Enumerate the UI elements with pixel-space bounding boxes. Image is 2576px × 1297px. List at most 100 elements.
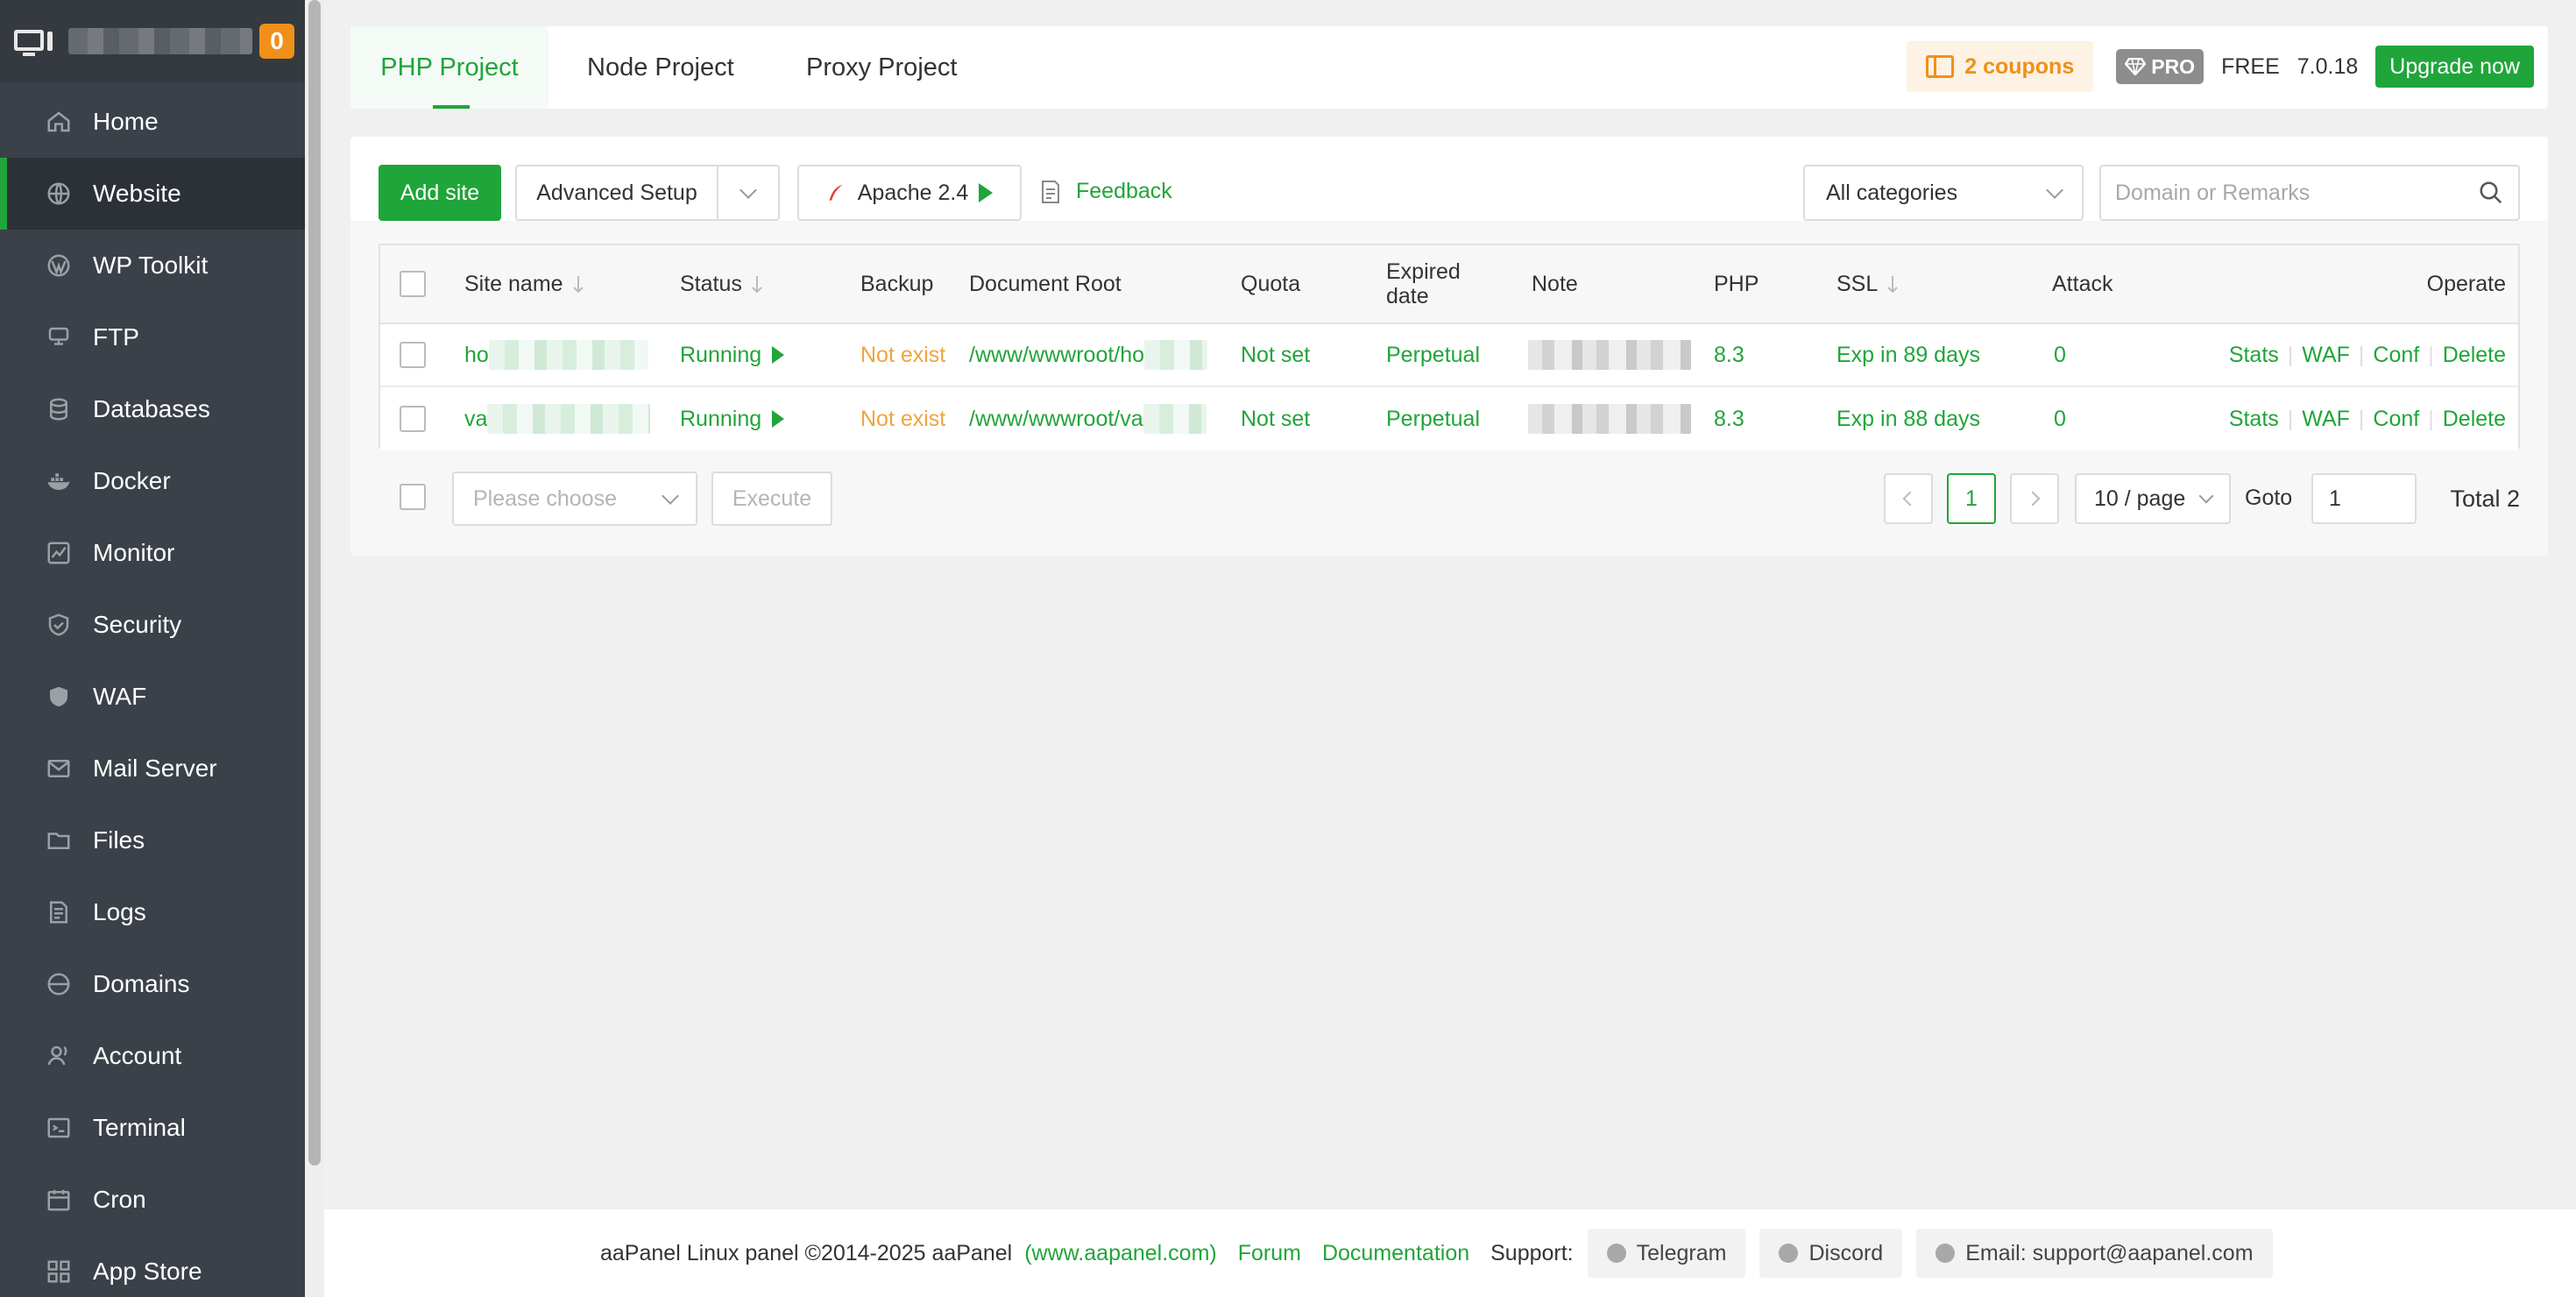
next-page-button[interactable] [2010,473,2059,524]
col-status[interactable]: Status [680,245,763,322]
waf-link[interactable]: WAF [2302,343,2350,368]
sidebar-item-label: FTP [93,323,139,351]
feedback-link[interactable]: Feedback [1041,179,1172,204]
ssl-status[interactable]: Exp in 88 days [1836,387,1980,450]
documentation-link[interactable]: Documentation [1322,1241,1469,1266]
ssl-status[interactable]: Exp in 89 days [1836,324,1980,386]
sidebar-item-monitor[interactable]: Monitor [0,517,305,589]
sidebar-item-wp-toolkit[interactable]: WP Toolkit [0,230,305,301]
search-box[interactable]: Domain or Remarks [2099,165,2520,221]
sidebar-item-databases[interactable]: Databases [0,373,305,445]
sidebar-item-files[interactable]: Files [0,804,305,876]
docker-icon [44,466,74,496]
sidebar-item-docker[interactable]: Docker [0,445,305,517]
advanced-setup-dropdown[interactable] [717,165,780,221]
sidebar-item-mail-server[interactable]: Mail Server [0,733,305,804]
sidebar-item-logs[interactable]: Logs [0,876,305,948]
telegram-label: Telegram [1636,1240,1727,1265]
expired-date-value[interactable]: Perpetual [1386,324,1480,386]
page-size-select[interactable]: 10 / page [2075,473,2231,524]
delete-link[interactable]: Delete [2443,407,2506,432]
upgrade-now-button[interactable]: Upgrade now [2375,46,2534,88]
conf-link[interactable]: Conf [2373,407,2419,432]
search-input[interactable]: Domain or Remarks [2115,181,2310,206]
separator: | [2287,406,2294,431]
col-expired-date[interactable]: Expired date [1386,245,1461,322]
telegram-button[interactable]: Telegram [1587,1229,1746,1278]
document-root-link[interactable]: /www/wwwroot/ho [969,324,1208,386]
status-running[interactable]: Running [680,324,785,386]
site-toolbar: Add site Advanced Setup Apache 2.4 Feedb… [350,137,2548,221]
site-name-link[interactable]: va [464,387,651,450]
server-name-redacted[interactable] [68,28,252,54]
advanced-setup-button[interactable]: Advanced Setup [515,165,718,221]
page-1-button[interactable]: 1 [1947,473,1996,524]
sidebar-scrollbar[interactable] [305,0,324,1297]
category-select[interactable]: All categories [1803,165,2084,221]
notification-badge[interactable]: 0 [259,24,294,59]
copyright-text: aaPanel Linux panel ©2014-2025 aaPanel [600,1240,1013,1265]
conf-link[interactable]: Conf [2373,343,2419,368]
row-checkbox-cell [400,387,426,450]
select-all-checkbox[interactable] [400,271,426,297]
sidebar-item-cron[interactable]: Cron [0,1164,305,1236]
note-cell[interactable] [1528,324,1691,386]
discord-button[interactable]: Discord [1759,1229,1903,1278]
tab-proxy-project[interactable]: Proxy Project [806,26,957,109]
row-checkbox[interactable] [400,342,426,368]
quota-value[interactable]: Not set [1241,324,1310,386]
redacted-path [1143,404,1207,434]
sidebar-item-website[interactable]: Website [0,158,305,230]
goto-page-input[interactable]: 1 [2311,473,2417,524]
add-site-button[interactable]: Add site [379,165,501,221]
email-support-button[interactable]: Email: support@aapanel.com [1916,1229,2273,1278]
execute-button[interactable]: Execute [711,471,832,526]
separator: | [2287,342,2294,367]
sidebar-item-ftp[interactable]: FTP [0,301,305,373]
batch-action-select[interactable]: Please choose [452,471,697,526]
apache-service-button[interactable]: Apache 2.4 [797,165,1022,221]
status-text: Running [680,406,762,431]
delete-link[interactable]: Delete [2443,343,2506,368]
quota-value[interactable]: Not set [1241,387,1310,450]
php-version[interactable]: 8.3 [1714,324,1744,386]
site-name-link[interactable]: ho [464,324,648,386]
tab-node-project[interactable]: Node Project [587,26,734,109]
note-cell[interactable] [1528,387,1691,450]
prev-page-button[interactable] [1884,473,1933,524]
sidebar-item-label: Cron [93,1186,146,1213]
sidebar-item-security[interactable]: Security [0,589,305,661]
apache-feather-icon [829,184,843,202]
waf-link[interactable]: WAF [2302,407,2350,432]
www-icon [44,969,74,999]
tab-php-project[interactable]: PHP Project [350,26,548,109]
attack-count[interactable]: 0 [2054,324,2066,386]
sidebar-item-waf[interactable]: WAF [0,661,305,733]
backup-status[interactable]: Not exist [860,387,945,450]
forum-link[interactable]: Forum [1238,1241,1301,1266]
header-label: date [1386,284,1429,308]
document-root-link[interactable]: /www/wwwroot/va [969,387,1207,450]
stats-link[interactable]: Stats [2229,343,2279,368]
stats-link[interactable]: Stats [2229,407,2279,432]
sidebar-item-domains[interactable]: Domains [0,948,305,1020]
aapanel-site-link[interactable]: (www.aapanel.com) [1024,1241,1217,1266]
sidebar-item-terminal[interactable]: Terminal [0,1092,305,1164]
batch-select-checkbox[interactable] [400,484,426,510]
expired-date-value[interactable]: Perpetual [1386,387,1480,450]
attack-count[interactable]: 0 [2054,387,2066,450]
search-icon[interactable] [2478,180,2504,206]
coupons-label: 2 coupons [1964,53,2075,79]
coupons-button[interactable]: 2 coupons [1907,41,2094,92]
col-ssl[interactable]: SSL [1836,245,1899,322]
sidebar-item-app-store[interactable]: App Store [0,1236,305,1297]
status-running[interactable]: Running [680,387,785,450]
sidebar-item-home[interactable]: Home [0,86,305,158]
php-version[interactable]: 8.3 [1714,387,1744,450]
col-site-name[interactable]: Site name [464,245,584,322]
backup-status[interactable]: Not exist [860,324,945,386]
sidebar-item-account[interactable]: Account [0,1020,305,1092]
scrollbar-thumb[interactable] [308,0,321,1166]
pro-badge[interactable]: PRO [2116,49,2204,84]
row-checkbox[interactable] [400,406,426,432]
